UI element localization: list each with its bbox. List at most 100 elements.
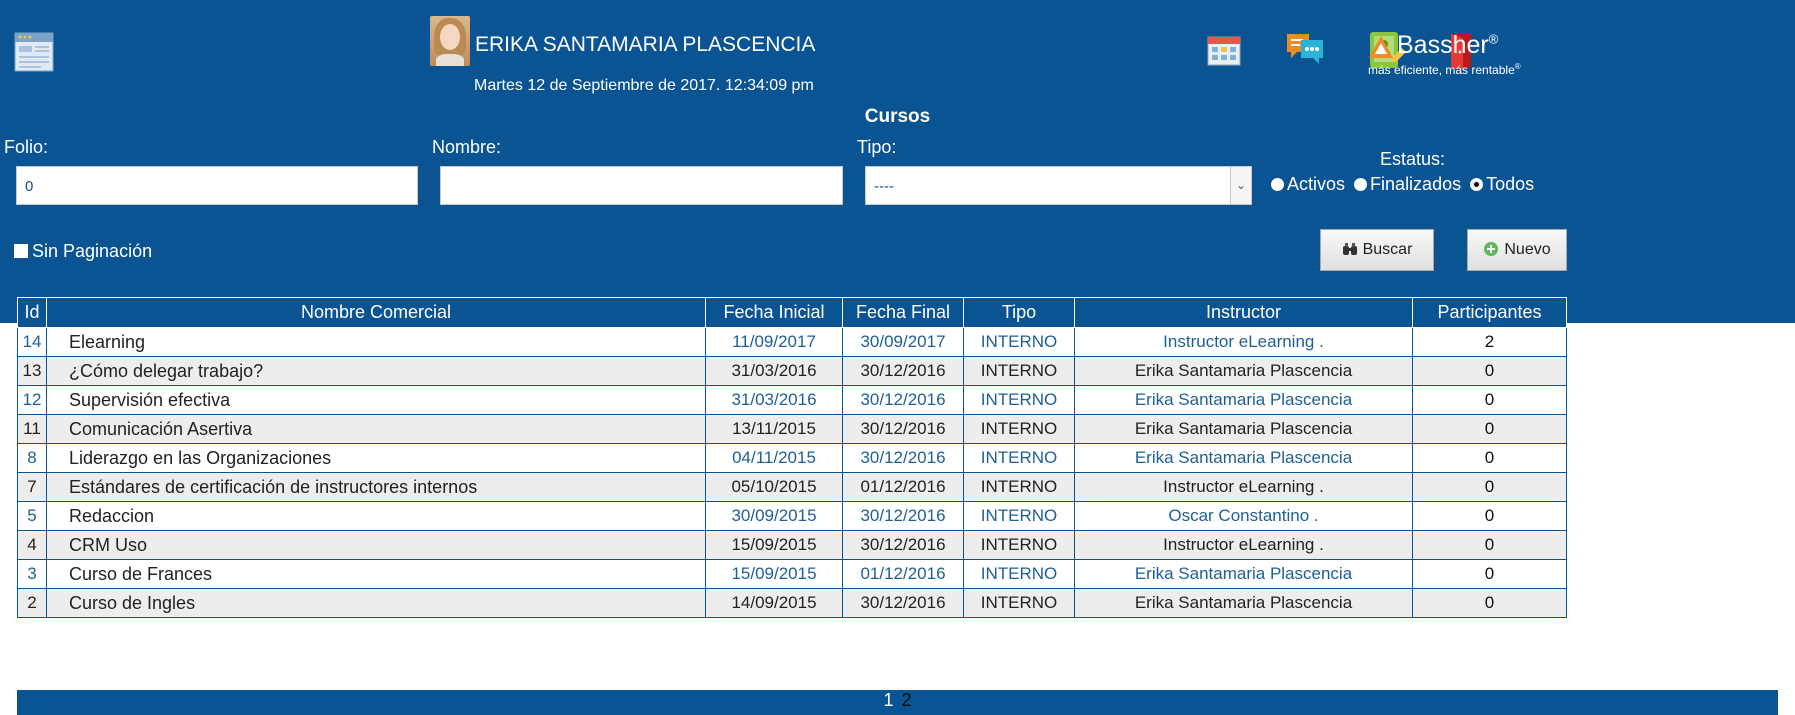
row-id: 8 — [17, 443, 47, 473]
row-fecha-final: 01/12/2016 — [842, 472, 964, 502]
table-row[interactable]: 5 Redaccion 30/09/2015 30/12/2016 INTERNO Osc… — [17, 501, 1567, 531]
chevron-down-icon[interactable]: ⌄ — [1230, 167, 1251, 204]
row-fecha-inicial: 13/11/2015 — [705, 414, 843, 444]
row-fecha-final: 30/12/2016 — [842, 501, 964, 531]
row-id: 13 — [17, 356, 47, 386]
row-fecha-final: 01/12/2016 — [842, 559, 964, 589]
row-fecha-final: 30/12/2016 — [842, 443, 964, 473]
row-fecha-final: 30/12/2016 — [842, 530, 964, 560]
nuevo-button[interactable]: Nuevo — [1467, 229, 1567, 271]
radio-activos-label: Activos — [1287, 174, 1346, 194]
table-row[interactable]: 7 Estándares de certificación de instruct… — [17, 472, 1567, 502]
table-row[interactable]: 4 CRM Uso 15/09/2015 30/12/2016 INTERNO Instr… — [17, 530, 1567, 560]
table-row[interactable]: 14 Elearning 11/09/2017 30/09/2017 INTERNO In… — [17, 327, 1567, 357]
col-header-fecha-final[interactable]: Fecha Final — [842, 297, 964, 328]
nombre-input[interactable] — [440, 166, 843, 205]
row-instructor: Erika Santamaria Plascencia — [1074, 385, 1413, 415]
row-fecha-final: 30/12/2016 — [842, 588, 964, 618]
row-nombre: Elearning — [46, 327, 706, 357]
sin-paginacion-checkbox[interactable]: Sin Paginación — [14, 241, 152, 262]
row-id: 11 — [17, 414, 47, 444]
row-tipo: INTERNO — [963, 530, 1075, 560]
row-fecha-inicial: 31/03/2016 — [705, 356, 843, 386]
table-row[interactable]: 12 Supervisión efectiva 31/03/2016 30/12/20… — [17, 385, 1567, 415]
pagination: 12 — [17, 690, 1778, 715]
row-participantes: 0 — [1412, 414, 1567, 444]
tipo-selected-value: ---- — [874, 178, 894, 195]
row-fecha-final: 30/12/2016 — [842, 385, 964, 415]
row-participantes: 0 — [1412, 472, 1567, 502]
page-title: Cursos — [864, 106, 931, 127]
radio-selected-icon[interactable] — [1470, 178, 1484, 191]
row-fecha-inicial: 15/09/2015 — [705, 530, 843, 560]
row-tipo: INTERNO — [963, 501, 1075, 531]
add-circle-icon — [1483, 233, 1499, 273]
table-row[interactable]: 13 ¿Cómo delegar trabajo? 31/03/2016 30/12/… — [17, 356, 1567, 386]
chat-icon[interactable] — [1285, 28, 1327, 70]
brand-tagline: más eficiente, más rentable — [1368, 63, 1515, 77]
radio-activos[interactable]: Activos — [1271, 174, 1345, 194]
row-id: 2 — [17, 588, 47, 618]
radio-circle-icon[interactable] — [1271, 178, 1284, 191]
row-fecha-inicial: 15/09/2015 — [705, 559, 843, 589]
col-header-fecha-inicial[interactable]: Fecha Inicial — [705, 297, 843, 328]
page-link-2[interactable]: 2 — [902, 690, 912, 710]
row-fecha-final: 30/09/2017 — [842, 327, 964, 357]
row-fecha-inicial: 14/09/2015 — [705, 588, 843, 618]
col-header-id[interactable]: Id — [17, 297, 47, 328]
table-header-row: Id Nombre Comercial Fecha Inicial Fecha … — [17, 297, 1567, 328]
col-header-participantes[interactable]: Participantes — [1412, 297, 1567, 328]
folio-input[interactable]: 0 — [16, 166, 418, 205]
col-header-nombre[interactable]: Nombre Comercial — [46, 297, 706, 328]
row-id: 5 — [17, 501, 47, 531]
row-id: 14 — [17, 327, 47, 357]
col-header-instructor[interactable]: Instructor — [1074, 297, 1413, 328]
row-tipo: INTERNO — [963, 559, 1075, 589]
table-row[interactable]: 11 Comunicación Asertiva 13/11/2015 30/12/2… — [17, 414, 1567, 444]
bassher-logo[interactable]: Bassher® más eficiente, más rentable® — [1368, 31, 1788, 81]
row-fecha-inicial: 05/10/2015 — [705, 472, 843, 502]
row-id: 4 — [17, 530, 47, 560]
row-fecha-final: 30/12/2016 — [842, 356, 964, 386]
page-link-1[interactable]: 1 — [883, 690, 893, 710]
row-fecha-inicial: 04/11/2015 — [705, 443, 843, 473]
row-participantes: 0 — [1412, 530, 1567, 560]
row-instructor: Erika Santamaria Plascencia — [1074, 443, 1413, 473]
row-id: 12 — [17, 385, 47, 415]
col-header-tipo[interactable]: Tipo — [963, 297, 1075, 328]
row-fecha-final: 30/12/2016 — [842, 414, 964, 444]
courses-table: Id Nombre Comercial Fecha Inicial Fecha … — [17, 297, 1567, 618]
brand-mark: ® — [1488, 31, 1499, 47]
row-id: 7 — [17, 472, 47, 502]
row-instructor: Erika Santamaria Plascencia — [1074, 588, 1413, 618]
row-instructor: Instructor eLearning . — [1074, 472, 1413, 502]
row-nombre: Curso de Frances — [46, 559, 706, 589]
current-date: Martes 12 de Septiembre de 2017. 12:34:0… — [474, 77, 814, 94]
table-row[interactable]: 2 Curso de Ingles 14/09/2015 30/12/2016 INTE… — [17, 588, 1567, 618]
checkbox-icon[interactable] — [14, 244, 28, 258]
row-instructor: Erika Santamaria Plascencia — [1074, 559, 1413, 589]
estatus-radio-group: Activos Finalizados Todos — [1271, 174, 1534, 195]
calendar-icon[interactable] — [1207, 33, 1241, 67]
radio-circle-icon[interactable] — [1354, 178, 1368, 191]
row-instructor: Erika Santamaria Plascencia — [1074, 356, 1413, 386]
table-row[interactable]: 8 Liderazgo en las Organizaciones 04/11/20… — [17, 443, 1567, 473]
row-tipo: INTERNO — [963, 472, 1075, 502]
tipo-select[interactable]: ---- ⌄ — [865, 166, 1252, 205]
avatar — [430, 16, 470, 66]
folio-label: Folio: — [4, 137, 49, 157]
row-nombre: Redaccion — [46, 501, 706, 531]
row-instructor: Instructor eLearning . — [1074, 327, 1413, 357]
table-row[interactable]: 3 Curso de Frances 15/09/2015 01/12/2016 INT… — [17, 559, 1567, 589]
row-fecha-inicial: 11/09/2017 — [705, 327, 843, 357]
radio-finalizados[interactable]: Finalizados — [1354, 174, 1461, 194]
nombre-label: Nombre: — [432, 137, 502, 157]
buscar-button[interactable]: Buscar — [1320, 229, 1434, 271]
radio-todos[interactable]: Todos — [1470, 174, 1534, 194]
tipo-label: Tipo: — [857, 137, 897, 157]
estatus-label: Estatus: — [1380, 149, 1446, 169]
app-window-icon[interactable] — [14, 32, 54, 72]
brand-tagline-mark: ® — [1514, 62, 1521, 71]
radio-finalizados-label: Finalizados — [1370, 174, 1462, 194]
row-nombre: Estándares de certificación de instructo… — [46, 472, 706, 502]
